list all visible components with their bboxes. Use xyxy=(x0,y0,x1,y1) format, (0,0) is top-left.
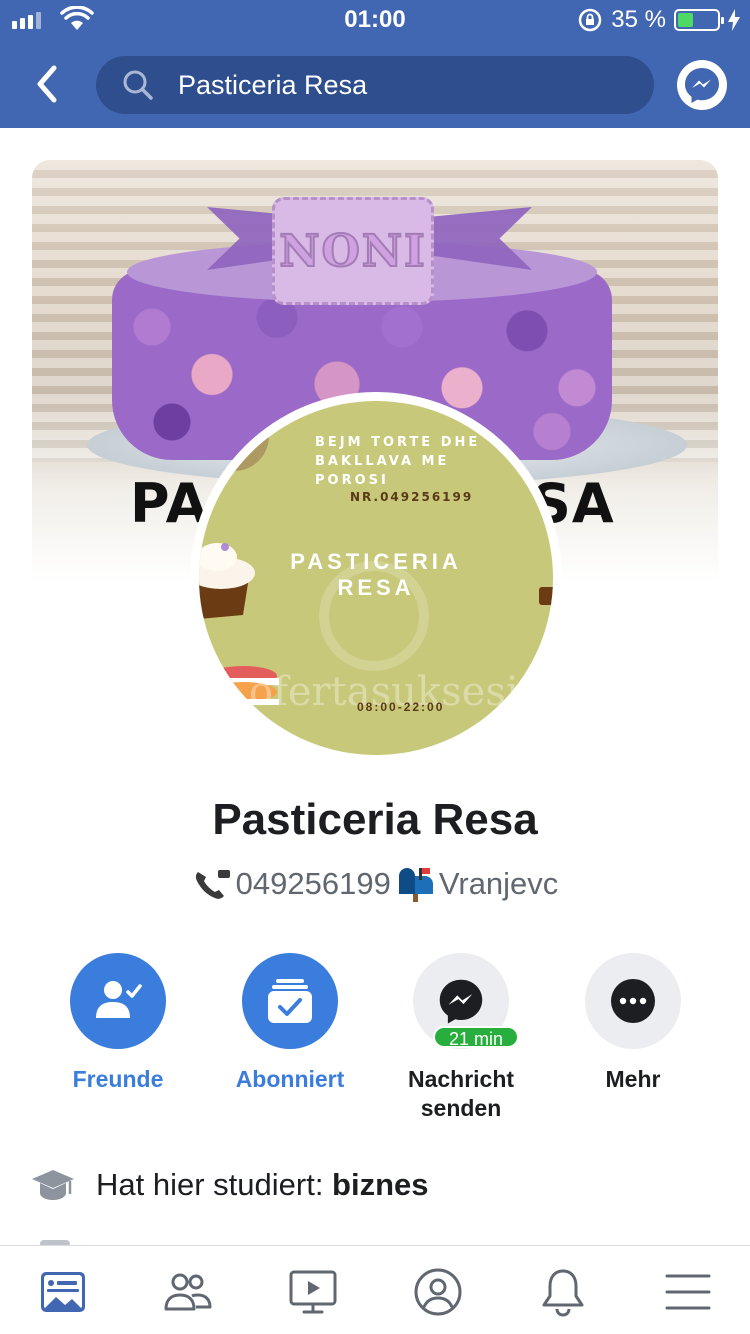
send-message-button-label: Nachricht senden xyxy=(381,1065,541,1123)
top-bar: 01:00 35 % Pasticeria Resa xyxy=(0,0,750,128)
friends-button[interactable]: Freunde xyxy=(38,953,198,1094)
avatar-side-decoration xyxy=(539,587,553,605)
menu-icon xyxy=(665,1274,711,1310)
friends-icon xyxy=(164,1273,212,1311)
charging-icon xyxy=(728,9,740,31)
search-input-value[interactable]: Pasticeria Resa xyxy=(178,70,367,101)
more-button-label: Mehr xyxy=(605,1066,661,1092)
send-message-button[interactable]: 21 min Nachricht senden xyxy=(381,953,541,1123)
back-chevron-icon[interactable] xyxy=(28,62,68,106)
more-button[interactable]: Mehr xyxy=(553,953,713,1094)
profile-location: Vranjevc xyxy=(438,866,559,901)
battery-area: 35 % xyxy=(577,6,740,34)
messenger-icon xyxy=(685,68,719,103)
battery-percent: 35 % xyxy=(611,6,666,33)
education-prefix: Hat hier studiert: xyxy=(96,1167,333,1202)
avatar-phone-line: NR.049256199 xyxy=(350,490,474,504)
friends-check-icon xyxy=(96,981,142,1018)
tab-news-feed[interactable] xyxy=(33,1264,93,1320)
tab-friends[interactable] xyxy=(158,1264,218,1320)
rotation-lock-icon xyxy=(579,8,602,32)
graduation-cap-icon xyxy=(32,1170,74,1200)
avatar-text-line2: BAKLLAVA ME xyxy=(315,454,450,469)
education-text: Hat hier studiert: biznes xyxy=(96,1167,429,1203)
cake-plaque: NONI xyxy=(272,197,434,305)
battery-icon xyxy=(674,9,724,31)
avatar-text-line3: POROSI xyxy=(315,473,389,488)
messenger-button[interactable] xyxy=(677,60,727,110)
tab-notifications[interactable] xyxy=(533,1264,593,1320)
send-message-label-line1: Nachricht xyxy=(407,1066,515,1092)
tab-watch[interactable] xyxy=(283,1264,343,1320)
more-button-circle[interactable] xyxy=(585,953,681,1049)
tab-profile[interactable] xyxy=(408,1264,468,1320)
avatar-corner-decoration xyxy=(199,401,269,471)
page-title: Pasticeria Resa xyxy=(212,795,538,844)
avatar-text-line1: BEJM TORTE DHE xyxy=(315,435,481,450)
tab-menu[interactable] xyxy=(658,1264,718,1320)
status-bar: 01:00 35 % xyxy=(0,0,750,40)
news-feed-icon xyxy=(41,1272,85,1312)
subscribed-button-circle[interactable] xyxy=(242,953,338,1049)
profile-picture[interactable]: BEJM TORTE DHE BAKLLAVA ME POROSI NR.049… xyxy=(199,401,553,755)
telephone-icon xyxy=(195,870,230,899)
send-message-label-line2: senden xyxy=(420,1095,502,1121)
battery-level-fill xyxy=(678,13,693,27)
mailbox-icon xyxy=(398,868,433,902)
messenger-icon xyxy=(439,979,483,1024)
profile-phone: 049256199 xyxy=(235,866,391,901)
friends-button-label: Freunde xyxy=(72,1066,164,1092)
education-value[interactable]: biznes xyxy=(332,1167,428,1202)
subscribed-button[interactable]: Abonniert xyxy=(210,953,370,1094)
search-icon xyxy=(123,70,153,100)
avatar-hours: 08:00-22:00 xyxy=(357,700,445,714)
friends-button-circle[interactable] xyxy=(70,953,166,1049)
bell-icon xyxy=(542,1269,584,1317)
last-active-badge: 21 min xyxy=(433,1026,520,1049)
education-info: Hat hier studiert: biznes xyxy=(30,1162,429,1208)
search-field[interactable]: Pasticeria Resa xyxy=(96,56,654,114)
send-message-button-circle[interactable]: 21 min xyxy=(413,953,520,1049)
bottom-tab-bar xyxy=(0,1245,750,1334)
subscribed-button-label: Abonniert xyxy=(235,1066,345,1092)
watch-icon xyxy=(289,1270,337,1314)
more-dots-icon xyxy=(611,979,655,1023)
profile-icon xyxy=(414,1268,462,1316)
subscribed-icon xyxy=(268,979,312,1023)
profile-bio: 049256199 Vranjevc xyxy=(0,866,750,902)
cupcake-icon xyxy=(199,543,255,619)
